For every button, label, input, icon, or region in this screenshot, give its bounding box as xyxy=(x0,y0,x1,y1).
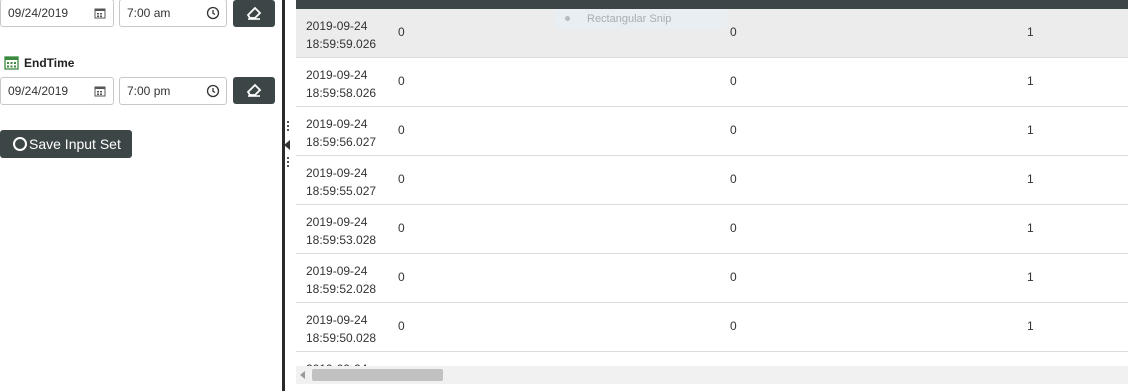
table-row[interactable]: 2019-09-24 18:59:58.026 0 0 1 xyxy=(296,58,1128,107)
cell: 0 xyxy=(730,270,737,284)
calendar-picker-icon[interactable] xyxy=(93,84,107,98)
cell: 0 xyxy=(730,172,737,186)
cell: 0 xyxy=(398,172,405,186)
eraser-icon xyxy=(246,83,262,97)
timestamp-date: 2019-09-24 xyxy=(306,68,368,82)
cell: 0 xyxy=(398,123,405,137)
cell: 0 xyxy=(730,319,737,333)
timestamp-cell: 2019-09-24 18:59:59.026 xyxy=(306,17,376,53)
cell: 1 xyxy=(1027,270,1034,284)
snip-overlay: Rectangular Snip xyxy=(555,9,727,29)
cell: 1 xyxy=(1027,221,1034,235)
splitter-grip-icon[interactable] xyxy=(287,155,290,169)
end-time-value: 7:00 pm xyxy=(127,84,171,98)
cell: 1 xyxy=(1027,319,1034,333)
dot-icon xyxy=(565,16,570,21)
cell: 0 xyxy=(730,74,737,88)
timestamp-date: 2019-09-24 xyxy=(306,313,368,327)
table-row[interactable]: 2019-09-24 18:59:52.028 0 0 1 xyxy=(296,254,1128,303)
timestamp-time: 18:59:59.026 xyxy=(306,37,377,51)
circle-icon xyxy=(13,137,27,151)
calendar-picker-icon[interactable] xyxy=(93,6,107,20)
cell: 0 xyxy=(730,123,737,137)
timestamp-time: 18:59:56.027 xyxy=(306,135,377,149)
timestamp-time: 18:59:53.028 xyxy=(306,233,377,247)
calendar-icon xyxy=(4,56,19,70)
splitter-grip-icon[interactable] xyxy=(287,119,290,133)
cell: 1 xyxy=(1027,123,1034,137)
end-time-field[interactable]: 7:00 pm xyxy=(119,77,227,105)
end-date-value: 09/24/2019 xyxy=(8,84,69,98)
start-time-value: 7:00 am xyxy=(127,6,171,20)
cell: 0 xyxy=(398,221,405,235)
scrollbar-thumb[interactable] xyxy=(312,369,443,381)
horizontal-scrollbar[interactable] xyxy=(296,366,1128,384)
timestamp-time: 18:59:55.027 xyxy=(306,184,377,198)
input-panel: 09/24/2019 7:00 am EndTime 09/24/2019 7:… xyxy=(0,0,282,391)
timestamp-date: 2019-09-24 xyxy=(306,117,368,131)
data-grid: 2019-09-24 18:59:59.026 0 0 1 Rectangula… xyxy=(296,0,1128,391)
clear-end-button[interactable] xyxy=(233,77,275,104)
table-row[interactable]: 2019-09-24 18:59:50.028 0 0 1 xyxy=(296,303,1128,352)
timestamp-cell: 2019-09-24 18:59:55.027 xyxy=(306,164,376,200)
start-date-value: 09/24/2019 xyxy=(8,6,69,20)
timestamp-date: 2019-09-24 xyxy=(306,166,368,180)
timestamp-cell: 2019-09-24 18:59:58.026 xyxy=(306,66,376,102)
cell: 0 xyxy=(730,25,737,39)
clear-start-button[interactable] xyxy=(233,0,275,27)
snip-overlay-label: Rectangular Snip xyxy=(587,13,672,25)
clock-icon[interactable] xyxy=(206,6,220,20)
cell: 0 xyxy=(398,25,405,39)
timestamp-cell: 2019-09-24 18:59:50.028 xyxy=(306,311,376,347)
start-time-field[interactable]: 7:00 am xyxy=(119,0,227,27)
scroll-left-arrow-icon[interactable] xyxy=(300,371,305,379)
table-row[interactable]: 2019-09-24 18:59:55.027 0 0 1 xyxy=(296,156,1128,205)
timestamp-date: 2019-09-24 xyxy=(306,264,368,278)
grid-footer-space xyxy=(296,384,1128,391)
timestamp-time: 18:59:52.028 xyxy=(306,282,377,296)
cell: 1 xyxy=(1027,172,1034,186)
cell: 0 xyxy=(730,221,737,235)
cell: 0 xyxy=(398,319,405,333)
timestamp-time: 18:59:50.028 xyxy=(306,331,377,345)
table-row[interactable]: 2019-09-24 18:59:56.027 0 0 1 xyxy=(296,107,1128,156)
cell: 0 xyxy=(398,74,405,88)
collapse-arrow-icon[interactable] xyxy=(284,140,290,150)
save-input-set-button[interactable]: Save Input Set xyxy=(0,130,132,158)
timestamp-cell: 2019-09-24 18:59:56.027 xyxy=(306,115,376,151)
timestamp-cell: 2019-09-24 18:59:52.028 xyxy=(306,262,376,298)
save-input-set-label: Save Input Set xyxy=(29,136,121,152)
timestamp-date: 2019-09-24 xyxy=(306,19,368,33)
panel-splitter[interactable] xyxy=(282,0,285,391)
start-date-field[interactable]: 09/24/2019 xyxy=(0,0,114,27)
cell: 1 xyxy=(1027,74,1034,88)
table-row[interactable]: 2019-09-24 18:59:53.028 0 0 1 xyxy=(296,205,1128,254)
end-date-field[interactable]: 09/24/2019 xyxy=(0,77,114,105)
timestamp-cell: 2019-09-24 18:59:53.028 xyxy=(306,213,376,249)
eraser-icon xyxy=(246,6,262,20)
clock-icon[interactable] xyxy=(206,84,220,98)
cell: 1 xyxy=(1027,25,1034,39)
timestamp-date: 2019-09-24 xyxy=(306,215,368,229)
timestamp-time: 18:59:58.026 xyxy=(306,86,377,100)
cell: 0 xyxy=(398,270,405,284)
end-time-label: EndTime xyxy=(24,56,75,70)
